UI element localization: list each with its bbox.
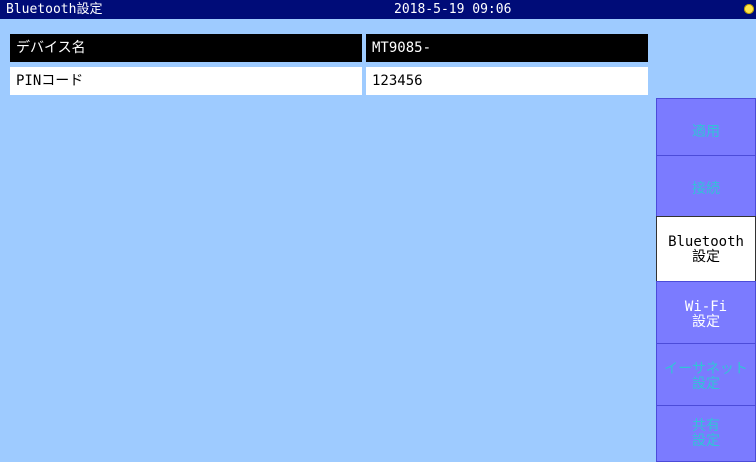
battery-indicator-icon [744,4,754,14]
window-title: Bluetooth設定 [6,2,103,17]
settings-panel: デバイス名 MT9085- PINコード 123456 [0,19,653,462]
ethernet-settings-label: イーサネット 設定 [664,361,748,392]
ethernet-settings-button[interactable]: イーサネット 設定 [656,343,756,411]
device-name-field[interactable]: MT9085- [366,34,648,62]
setting-row-pin-code[interactable]: PINコード 123456 [10,67,648,95]
wifi-settings-label: Wi-Fi 設定 [684,299,728,330]
bluetooth-settings-button[interactable]: Bluetooth 設定 [656,216,756,284]
setting-row-device-name[interactable]: デバイス名 MT9085- [10,34,648,62]
setting-label: PINコード [10,67,362,95]
connect-button[interactable]: 接続 [656,155,756,223]
apply-button-label: 適用 [692,123,720,140]
wifi-settings-button[interactable]: Wi-Fi 設定 [656,281,756,349]
sharing-settings-button[interactable]: 共有 設定 [656,405,756,462]
side-menu: 適用 接続 Bluetooth 設定 Wi-Fi 設定 イーサネット 設定 共有… [653,19,756,462]
connect-button-label: 接続 [692,180,720,197]
pin-code-field[interactable]: 123456 [366,67,648,95]
setting-label: デバイス名 [10,34,362,62]
bluetooth-settings-label: Bluetooth 設定 [668,234,744,265]
date-time: 2018-5-19 09:06 [394,2,512,17]
sharing-settings-label: 共有 設定 [692,417,720,449]
title-bar: Bluetooth設定 2018-5-19 09:06 [0,0,756,19]
